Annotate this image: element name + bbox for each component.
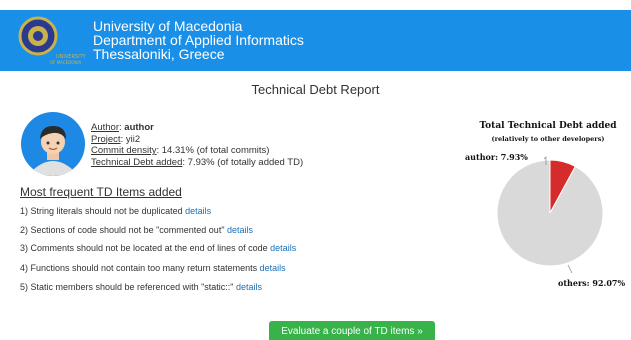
university-name: University of Macedonia [93,18,243,34]
density-label: Commit density [91,145,157,156]
td-item-text: 2) Sections of code should not be "comme… [20,225,225,235]
td-item-text: 4) Functions should not contain too many… [20,263,258,273]
details-link[interactable]: details [270,243,296,253]
td-item: 1) String literals should not be duplica… [20,206,211,216]
td-item-text: 5) Static members should be referenced w… [20,282,234,292]
university-info: University of Macedonia Department of Ap… [93,19,304,61]
details-link[interactable]: details [185,206,211,216]
td-label: Technical Debt added [91,156,183,168]
author-info: Author: author Project: yii2 Commit dens… [91,122,303,168]
university-logo: UNIVERSITY OF MACEDONIA [18,16,87,65]
details-link[interactable]: details [227,225,253,235]
university-location: Thessaloniki, Greece [93,46,225,62]
frequent-items-title: Most frequent TD Items added [20,185,182,199]
pie-chart [496,156,604,274]
td-row: Technical Debt added: 7.93% (of totally … [91,156,304,168]
department-name: Department of Applied Informatics [93,32,304,48]
project-label: Project [91,133,121,145]
svg-text:OF MACEDONIA: OF MACEDONIA [50,60,82,65]
pie-connector-others [567,264,573,274]
pie-label-author: author: 7.93% [465,152,528,162]
pie-chart-title: Total Technical Debt added [479,121,617,131]
page-title: Technical Debt Report [251,82,380,97]
td-item: 2) Sections of code should not be "comme… [20,225,253,235]
pie-label-others: others: 92.07% [558,278,626,288]
td-value: 7.93% (of totally added TD) [187,156,304,168]
project-value: yii2 [125,133,141,145]
pie-chart-subtitle: (relatively to other developers) [491,135,605,143]
header-banner: UNIVERSITY OF MACEDONIA University of Ma… [0,10,631,71]
td-item: 3) Comments should not be located at the… [20,243,296,253]
author-value: author [124,122,154,133]
td-item: 5) Static members should be referenced w… [20,282,262,292]
author-label: Author [91,122,119,133]
pie-slice-others [496,159,604,267]
density-row: Commit density: 14.31% (of total commits… [91,145,270,156]
td-item-text: 3) Comments should not be located at the… [20,243,268,253]
td-item: 4) Functions should not contain too many… [20,263,286,273]
author-row: Author: author [91,122,154,133]
details-link[interactable]: details [236,282,262,292]
details-link[interactable]: details [260,263,286,273]
density-value: 14.31% (of total commits) [161,145,270,156]
evaluate-td-items-button[interactable]: Evaluate a couple of TD items » [269,321,435,340]
td-item-text: 1) String literals should not be duplica… [20,206,183,216]
avatar [21,112,85,176]
project-row: Project: yii2 [91,133,141,145]
